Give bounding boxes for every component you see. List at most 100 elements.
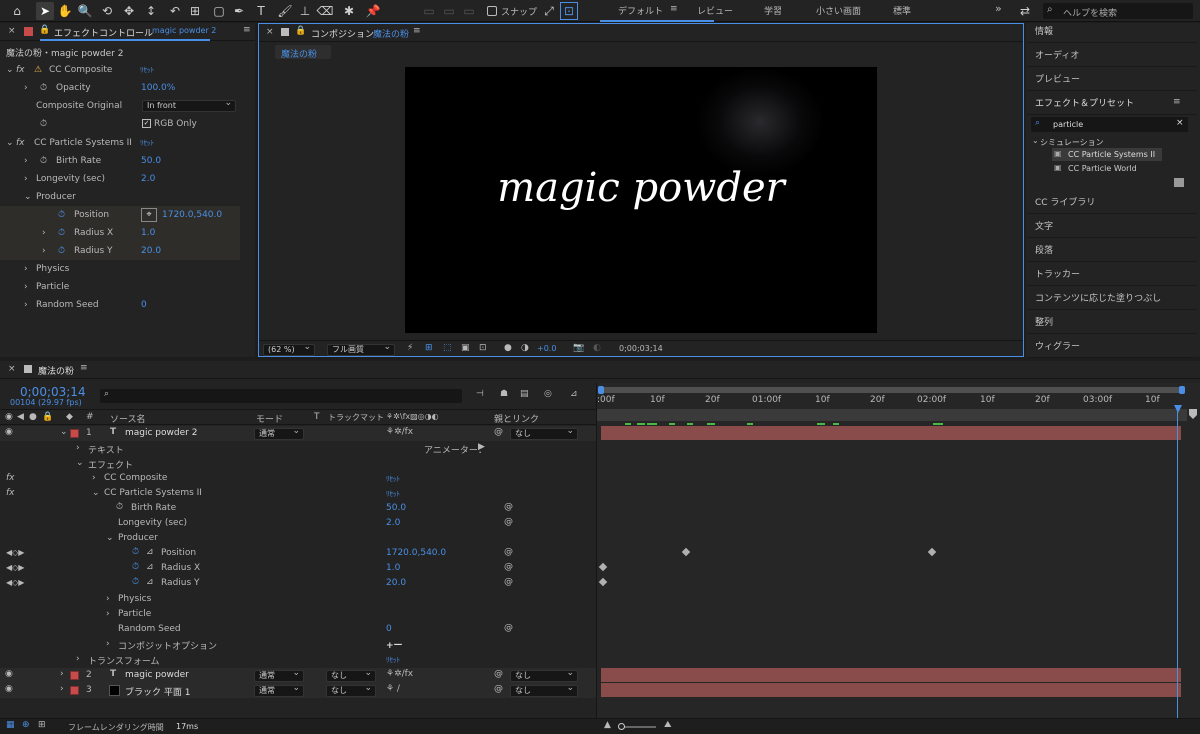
close-icon[interactable]: × — [1176, 118, 1184, 128]
prop-transform-label[interactable]: トランスフォーム — [88, 654, 160, 667]
close-icon[interactable]: × — [266, 27, 274, 37]
parent-link-header[interactable]: 親とリンク — [494, 412, 539, 425]
timeline-timecode[interactable]: 0;00;03;14 — [20, 385, 86, 399]
zoom-slider-thumb[interactable] — [618, 723, 625, 730]
fast-preview-icon[interactable]: ⚡ — [407, 343, 413, 353]
layer-name[interactable]: magic powder — [125, 670, 189, 680]
mode-header[interactable]: モード — [256, 412, 283, 425]
timeline-search[interactable]: ⌕ — [100, 389, 462, 403]
effects-presets-header[interactable]: エフェクト＆プリセット — [1027, 93, 1197, 115]
work-area-end-handle[interactable] — [1179, 386, 1185, 394]
stopwatch-icon[interactable]: ⏱ — [58, 228, 65, 238]
chevron-right-icon[interactable]: › — [76, 443, 80, 453]
snap-options-icon[interactable]: ⤢ — [540, 2, 558, 20]
prop-composite-options-label[interactable]: コンポジットオプション — [118, 639, 217, 652]
eye-icon[interactable]: ◉ — [5, 427, 13, 437]
composition-tab-prefix[interactable]: コンポジション — [311, 27, 374, 40]
stopwatch-icon[interactable]: ⏱ — [132, 562, 139, 572]
random-seed-value[interactable]: 0 — [141, 300, 147, 310]
motion-blur-icon[interactable]: ◎ — [544, 389, 552, 399]
chevron-right-icon[interactable]: › — [24, 83, 28, 93]
layer-color-swatch[interactable] — [70, 686, 79, 695]
category-simulation[interactable]: シミュレーション — [1040, 137, 1104, 148]
reset-link[interactable]: ﾘｾｯﾄ — [386, 489, 400, 499]
fx-icon[interactable]: fx — [16, 138, 25, 148]
shy-icon[interactable]: ☗ — [500, 389, 508, 399]
preview-panel-item[interactable]: プレビュー — [1027, 69, 1197, 91]
chevron-right-icon[interactable]: › — [24, 282, 28, 292]
panel-menu-icon[interactable]: ≡ — [413, 26, 421, 36]
cc-particle-reset[interactable]: ﾘｾｯﾄ — [140, 138, 154, 148]
layer-color-swatch[interactable] — [70, 429, 79, 438]
clone-stamp-icon[interactable]: ⊥ — [296, 2, 314, 20]
layer-row-2[interactable]: ◉ › 2 T magic powder 通常 なし ⚘✲/fx @ なし — [0, 668, 596, 683]
keyframe-nav-icon[interactable]: ◀◇▶ — [6, 578, 24, 587]
position-value[interactable]: 1720.0,540.0 — [162, 210, 222, 220]
lock-icon[interactable]: 🔒 — [295, 26, 306, 36]
help-search[interactable]: ⌕ ヘルプを検索 — [1043, 3, 1193, 19]
keyframe-marker[interactable] — [681, 547, 691, 557]
expression-icon[interactable]: @ — [504, 562, 513, 572]
workspace-review[interactable]: レビュー — [697, 4, 733, 17]
chevron-right-icon[interactable]: › — [42, 246, 46, 256]
layer-matte-select[interactable]: なし — [326, 668, 376, 682]
effects-search-field[interactable]: ⌕ particle × — [1031, 117, 1188, 132]
prop-birth-rate-value[interactable]: 50.0 — [386, 503, 406, 513]
transfer-controls-toggle-icon[interactable]: ⊕ — [22, 720, 30, 730]
radius-y-value[interactable]: 20.0 — [141, 246, 161, 256]
chevron-down-icon[interactable]: ⌄ — [106, 533, 114, 543]
switches-icon[interactable]: ⚘✲/fx — [386, 669, 413, 679]
chevron-right-icon[interactable]: › — [106, 594, 110, 604]
layer-mode-select[interactable]: 通常 — [254, 668, 304, 682]
chevron-right-icon[interactable]: › — [76, 654, 80, 664]
chevron-down-icon[interactable]: ⌄ — [92, 488, 100, 498]
pickwhip-icon[interactable]: @ — [494, 669, 503, 679]
hand-tool-icon[interactable]: ✋ — [56, 2, 74, 20]
transparency-grid-icon[interactable]: ▣ — [461, 343, 470, 353]
chevron-down-icon[interactable]: ⌄ — [60, 427, 68, 437]
layer-name[interactable]: magic powder 2 — [125, 428, 197, 438]
pan-camera-icon[interactable]: ✥ — [120, 2, 138, 20]
color-channel-icon[interactable]: ● — [504, 343, 512, 353]
panel-menu-icon[interactable]: ≡ — [1173, 97, 1181, 107]
stopwatch-icon[interactable]: ⏱ — [132, 547, 139, 557]
graph-editor-icon[interactable]: ⊿ — [570, 389, 578, 399]
layer-mode-select[interactable]: 通常 — [254, 426, 304, 440]
layer-row-3[interactable]: ◉ › 3 ブラック 平面 1 通常 なし ⚘ / @ なし — [0, 683, 596, 698]
comp-marker-bin[interactable] — [1189, 409, 1197, 419]
prop-text-label[interactable]: テキスト — [88, 443, 124, 456]
comp-subtab[interactable]: 魔法の粉 — [275, 45, 331, 60]
draft-3d-icon[interactable]: ⊣ — [476, 389, 484, 399]
pickwhip-icon[interactable]: @ — [494, 427, 503, 437]
show-snapshot-icon[interactable]: ◐ — [593, 343, 601, 353]
align-icon-3[interactable]: ▭ — [460, 2, 478, 20]
chevron-right-icon[interactable]: › — [60, 684, 64, 694]
stopwatch-icon[interactable]: ⏱ — [58, 246, 65, 256]
eye-icon[interactable]: ◉ — [5, 669, 13, 679]
chevron-right-icon[interactable]: › — [106, 609, 110, 619]
rotate-tool-icon[interactable]: ↶ — [166, 2, 184, 20]
prop-cc-particle-label[interactable]: CC Particle Systems II — [104, 488, 202, 498]
timeline-graph[interactable]: :00f 10f 20f 01:00f 10f 20f 02:00f 10f 2… — [596, 383, 1200, 718]
fx-icon[interactable]: fx — [6, 473, 15, 483]
cc-composite-reset[interactable]: ﾘｾｯﾄ — [140, 65, 154, 75]
layer-parent-select[interactable]: なし — [510, 668, 578, 682]
chevron-right-icon[interactable]: › — [24, 174, 28, 184]
orbit-camera-icon[interactable]: ⟲ — [98, 2, 116, 20]
expression-icon[interactable]: @ — [504, 517, 513, 527]
reset-link[interactable]: ﾘｾｯﾄ — [386, 655, 400, 665]
type-tool-icon[interactable]: T — [252, 2, 270, 20]
prop-particle-label[interactable]: Particle — [118, 609, 151, 619]
close-icon[interactable]: × — [8, 364, 16, 374]
result-cc-particle-systems[interactable]: ▣ CC Particle Systems II — [1052, 148, 1162, 161]
rectangle-tool-icon[interactable]: ▢ — [210, 2, 228, 20]
zoom-select[interactable]: (62 %) — [263, 342, 315, 356]
audio-panel-item[interactable]: オーディオ — [1027, 45, 1197, 67]
info-panel-item[interactable]: 情報 — [1027, 21, 1197, 43]
chevron-down-icon[interactable]: ⌄ — [1032, 136, 1039, 145]
grid-icon[interactable]: ⊞ — [425, 343, 433, 353]
cc-libraries-item[interactable]: CC ライブラリ — [1027, 192, 1197, 214]
prop-radius-x-value[interactable]: 1.0 — [386, 563, 400, 573]
chevron-down-icon[interactable]: ⌄ — [76, 458, 84, 468]
tracker-item[interactable]: トラッカー — [1027, 264, 1197, 286]
